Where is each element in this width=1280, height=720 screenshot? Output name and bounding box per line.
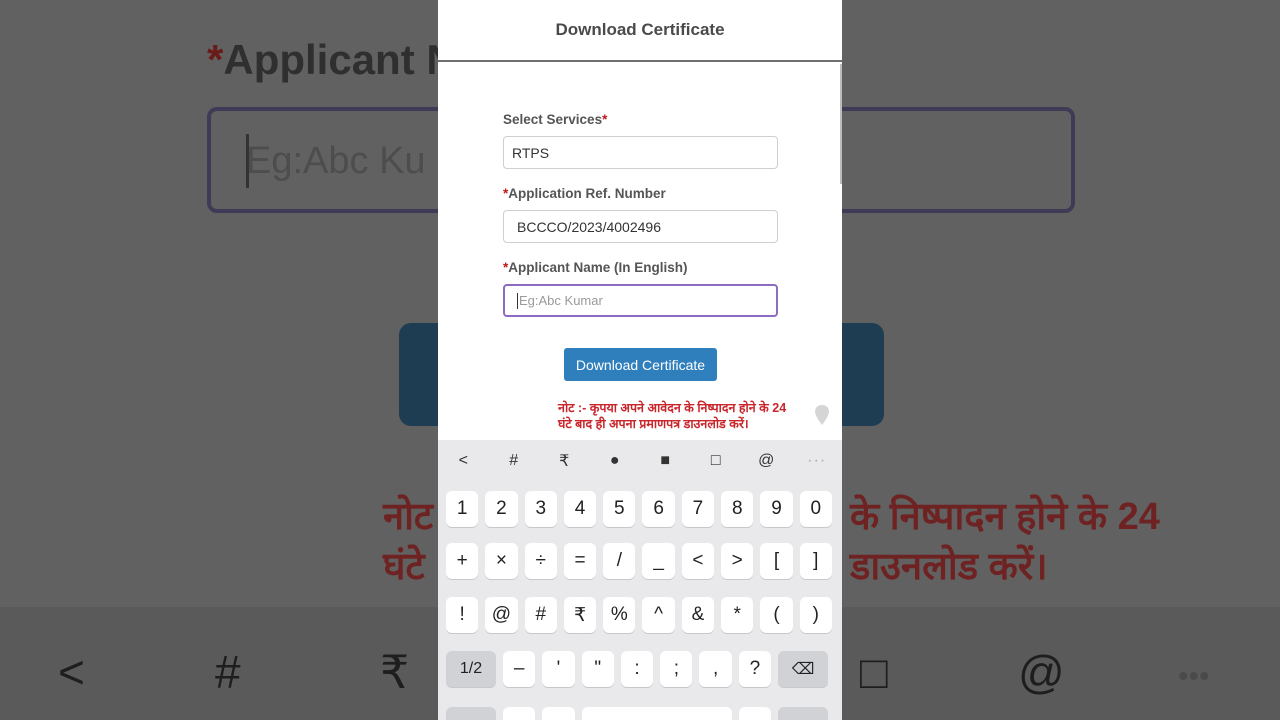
rupee-key[interactable]: ₹ — [539, 451, 590, 471]
key[interactable]: = — [563, 543, 597, 579]
key[interactable]: × — [485, 543, 518, 579]
phone-screen: Download Certificate Select Services* RT… — [438, 0, 842, 720]
applicant-name-label: *Applicant Name (In English) — [503, 260, 688, 275]
key[interactable]: 8 — [721, 491, 754, 527]
bg-applicant-label: *Applicant N — [207, 36, 457, 83]
key[interactable]: 6 — [642, 491, 675, 527]
key[interactable]: " — [581, 651, 614, 687]
key[interactable]: : — [620, 651, 654, 687]
bg-input-placeholder: Eg:Abc Ku — [246, 140, 426, 182]
bg-back-icon: < — [58, 646, 85, 698]
applicant-name-input[interactable]: Eg:Abc Kumar — [503, 284, 778, 317]
key-partial[interactable] — [542, 707, 575, 720]
keyboard-toolbar: < # ₹ ● ■ □ @ ··· — [438, 440, 842, 482]
key[interactable]: ( — [760, 597, 793, 633]
key[interactable]: 1 — [446, 491, 479, 527]
bg-note-left: नोट घंटे — [383, 496, 434, 588]
key[interactable]: – — [503, 651, 536, 687]
at-key[interactable]: @ — [741, 452, 792, 470]
page-toggle-key[interactable]: 1/2 — [446, 651, 496, 687]
key-partial[interactable] — [777, 707, 828, 720]
name-placeholder: Eg:Abc Kumar — [519, 293, 603, 308]
page-header: Download Certificate — [438, 0, 842, 62]
key[interactable]: 0 — [799, 491, 832, 527]
key-row-symbols: ! @ # ₹ % ^ & * ( ) — [446, 597, 832, 633]
text-cursor — [517, 292, 518, 309]
key[interactable]: % — [603, 597, 636, 633]
key[interactable]: 9 — [760, 491, 793, 527]
empty-square-key[interactable]: □ — [691, 452, 742, 470]
key[interactable]: / — [603, 543, 636, 579]
note-text: नोट :- कृपया अपने आवेदन के निष्पादन होने… — [558, 401, 787, 431]
key[interactable]: ) — [799, 597, 832, 633]
services-select[interactable]: RTPS — [503, 136, 778, 169]
backspace-icon[interactable]: ⌫ — [778, 651, 829, 687]
key[interactable]: & — [681, 597, 715, 633]
more-icon[interactable]: ··· — [792, 452, 843, 470]
key[interactable]: ' — [542, 651, 575, 687]
key[interactable]: ! — [446, 597, 479, 633]
key[interactable]: @ — [485, 597, 518, 633]
certificate-form: Select Services* RTPS *Application Ref. … — [503, 112, 778, 317]
key[interactable]: ? — [738, 651, 772, 687]
key[interactable]: ÷ — [524, 543, 557, 579]
key-partial[interactable] — [738, 707, 771, 720]
bullet-key[interactable]: ● — [590, 452, 641, 470]
key[interactable]: ] — [799, 543, 832, 579]
key-row-punct: 1/2 – ' " : ; , ? ⌫ — [446, 651, 829, 687]
scrollbar[interactable] — [840, 64, 842, 184]
key[interactable]: # — [524, 597, 557, 633]
space-key[interactable] — [581, 707, 732, 720]
key-row-bottom — [446, 707, 828, 720]
key[interactable]: [ — [760, 543, 793, 579]
key-partial[interactable] — [503, 707, 536, 720]
bg-at-icon: @ — [1018, 646, 1065, 698]
key[interactable]: ^ — [642, 597, 675, 633]
key[interactable]: _ — [642, 543, 675, 579]
page-title: Download Certificate — [555, 20, 725, 39]
bg-note-right: के निष्पादन होने के 24 डाउनलोड करें। — [850, 496, 1160, 588]
key[interactable]: , — [699, 651, 732, 687]
key[interactable]: 3 — [524, 491, 557, 527]
key[interactable]: + — [446, 543, 479, 579]
key-row-operators: + × ÷ = / _ < > [ ] — [446, 543, 832, 579]
key[interactable]: 7 — [681, 491, 715, 527]
ref-number-label: *Application Ref. Number — [503, 186, 666, 201]
download-certificate-button[interactable]: Download Certificate — [564, 348, 717, 381]
soft-keyboard: < # ₹ ● ■ □ @ ··· 1 2 3 4 5 6 7 8 9 0 + … — [438, 440, 842, 720]
key-row-digits: 1 2 3 4 5 6 7 8 9 0 — [446, 491, 832, 527]
bg-more-icon: ••• — [1178, 660, 1210, 693]
bg-rupee-icon: ₹ — [380, 646, 410, 698]
bg-hash-icon: # — [215, 646, 241, 698]
bg-square-icon: □ — [860, 646, 888, 698]
hash-key[interactable]: # — [489, 452, 540, 470]
key[interactable]: 5 — [603, 491, 636, 527]
services-label: Select Services* — [503, 112, 608, 127]
key[interactable]: ; — [660, 651, 693, 687]
key[interactable]: 2 — [485, 491, 518, 527]
back-arrow-icon[interactable]: < — [438, 452, 489, 470]
key[interactable]: 4 — [563, 491, 597, 527]
ref-number-input[interactable]: BCCCO/2023/4002496 — [503, 210, 778, 243]
key[interactable]: * — [721, 597, 754, 633]
filled-square-key[interactable]: ■ — [640, 452, 691, 470]
location-pin-icon — [815, 405, 829, 425]
key-partial[interactable] — [446, 707, 496, 720]
key[interactable]: ₹ — [563, 597, 597, 633]
key[interactable]: < — [681, 543, 715, 579]
key[interactable]: > — [721, 543, 754, 579]
